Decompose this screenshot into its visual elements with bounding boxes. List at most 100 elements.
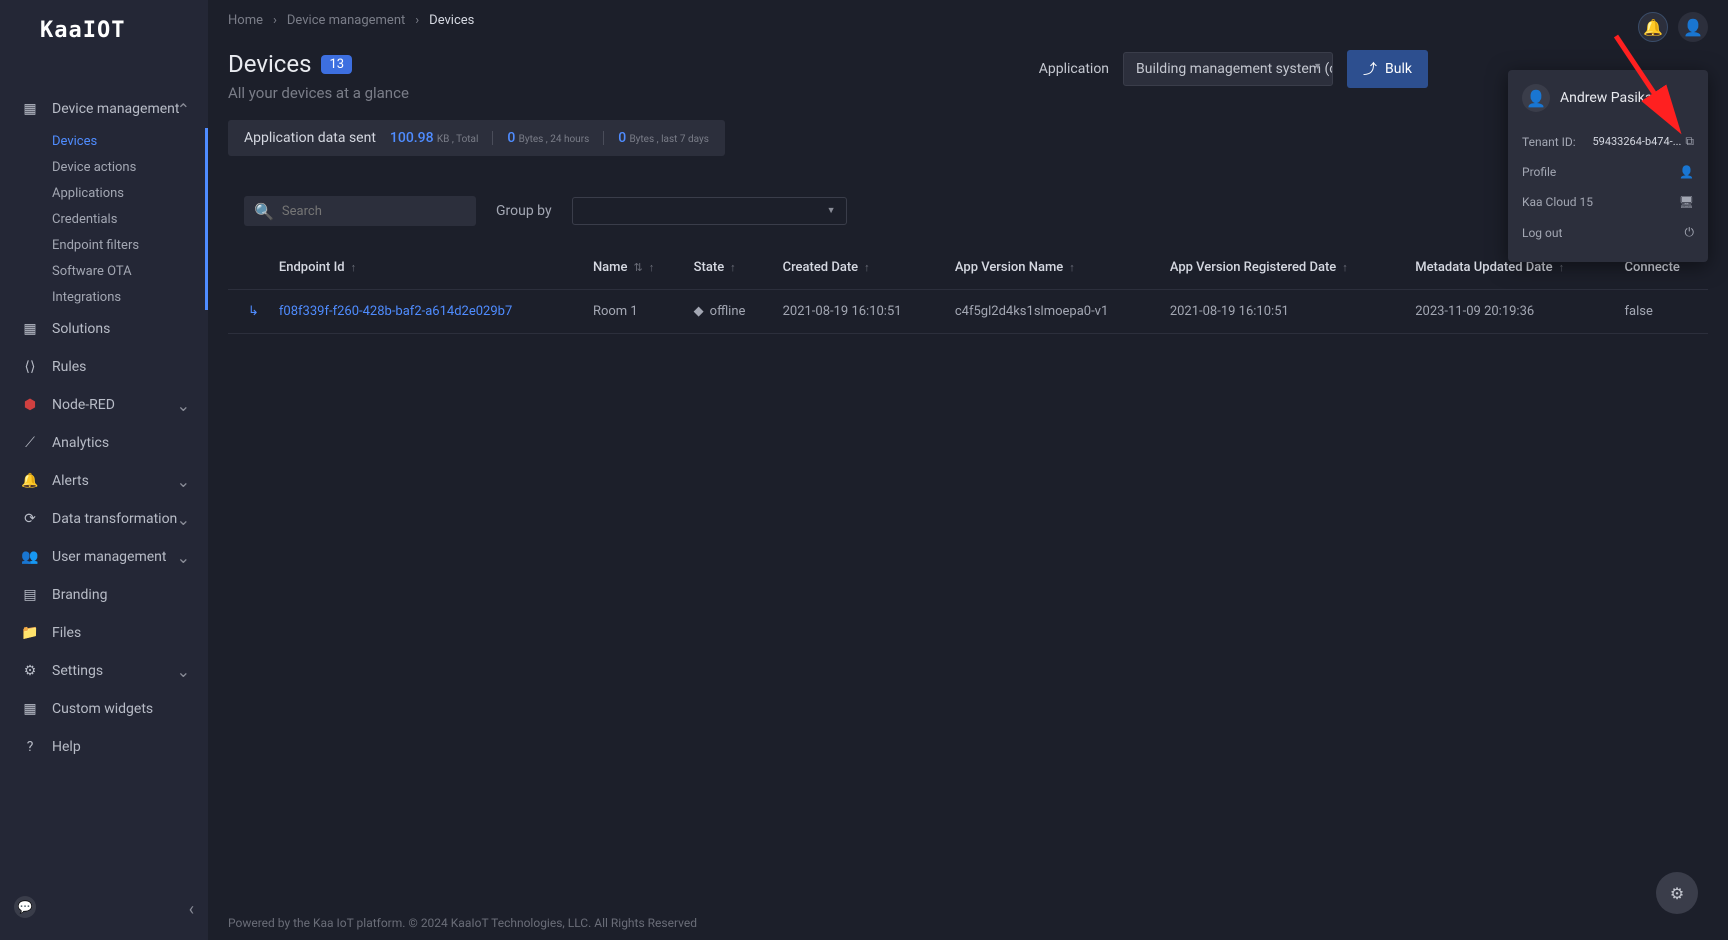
dd-user: 👤 Andrew Pasika xyxy=(1522,84,1694,112)
stats-bar: Application data sent 100.98 KB , Total … xyxy=(228,120,725,156)
chevron-right-icon: › xyxy=(273,13,277,28)
chevron-down-icon: ⌄ xyxy=(177,662,190,681)
application-select[interactable]: Building management system (c4 xyxy=(1123,52,1333,86)
notifications-button[interactable]: 🔔 xyxy=(1638,12,1668,42)
device-icon: ▦ xyxy=(20,101,40,117)
groupby-label: Group by xyxy=(496,203,552,219)
nav-analytics[interactable]: ⟋Analytics xyxy=(0,424,208,462)
filter-icon: ⇅ xyxy=(633,261,642,274)
search-box[interactable]: 🔍 xyxy=(244,196,476,226)
upload-icon: ⤴ xyxy=(1363,59,1377,79)
filter-row: 🔍 Group by xyxy=(228,196,1708,246)
chevron-down-icon: ⌄ xyxy=(177,548,190,567)
nav-data-transformation[interactable]: ⟳Data transformation⌄ xyxy=(0,500,208,538)
nav-custom-widgets[interactable]: ▦Custom widgets xyxy=(0,690,208,728)
col-created[interactable]: Created Date↑ xyxy=(773,246,945,290)
search-icon: 🔍 xyxy=(254,202,274,221)
table-header-row: Endpoint Id↑ Name⇅↑ State↑ Created Date↑… xyxy=(228,246,1708,290)
sidebar: KaaIOT ▦ Device management ⌃ Devices Dev… xyxy=(0,0,208,940)
analytics-icon: ⟋ xyxy=(20,435,40,451)
nav-solutions[interactable]: ▦Solutions xyxy=(0,310,208,348)
cell-connected: false xyxy=(1615,290,1709,334)
devices-table: Endpoint Id↑ Name⇅↑ State↑ Created Date↑… xyxy=(228,246,1708,334)
cell-name: Room 1 xyxy=(583,290,684,334)
col-appver[interactable]: App Version Name↑ xyxy=(945,246,1160,290)
person-icon: 👤 xyxy=(1679,165,1694,179)
nav-files[interactable]: 📁Files xyxy=(0,614,208,652)
nav: ▦ Device management ⌃ Devices Device act… xyxy=(0,60,208,766)
monitor-icon: 🖥 xyxy=(1679,195,1694,209)
nav-sub-endpoint-filters[interactable]: Endpoint filters xyxy=(0,232,208,258)
nav-alerts[interactable]: 🔔Alerts⌄ xyxy=(0,462,208,500)
gear-icon: ⚙ xyxy=(1670,884,1684,903)
footer: Powered by the Kaa IoT platform. © 2024 … xyxy=(228,916,697,930)
nodered-icon: ⬢ xyxy=(20,397,40,413)
bulk-button[interactable]: ⤴ Bulk xyxy=(1347,50,1428,88)
table-row[interactable]: ↳ f08f339f-f260-428b-baf2-a614d2e029b7 R… xyxy=(228,290,1708,334)
stat-24h: 0 xyxy=(507,130,515,146)
person-icon: 👤 xyxy=(1683,18,1703,37)
bell-icon: 🔔 xyxy=(20,473,40,489)
nav-node-red[interactable]: ⬢Node-RED⌄ xyxy=(0,386,208,424)
logo-text: KaaIOT xyxy=(40,18,125,43)
branding-icon: ▤ xyxy=(20,587,40,603)
chevron-down-icon: ⌄ xyxy=(177,472,190,491)
tenant-id: 59433264-b474-... xyxy=(1592,135,1681,148)
sort-icon: ↑ xyxy=(1559,261,1565,274)
row-expand[interactable]: ↳ xyxy=(228,290,269,334)
sort-icon: ↑ xyxy=(1342,261,1348,274)
cell-created: 2021-08-19 16:10:51 xyxy=(773,290,945,334)
nav-sub-device-actions[interactable]: Device actions xyxy=(0,154,208,180)
settings-fab[interactable]: ⚙ xyxy=(1656,872,1698,914)
collapse-sidebar[interactable]: ‹ xyxy=(189,899,194,920)
cell-registered: 2021-08-19 16:10:51 xyxy=(1160,290,1405,334)
nav-label: Device management xyxy=(52,101,179,117)
nav-sub-applications[interactable]: Applications xyxy=(0,180,208,206)
dd-cloud[interactable]: Kaa Cloud 15🖥 xyxy=(1522,187,1694,217)
search-input[interactable] xyxy=(282,204,466,219)
page-title: Devices 13 xyxy=(228,50,1039,78)
nav-device-management[interactable]: ▦ Device management ⌃ xyxy=(0,90,208,128)
main: Home › Device management › Devices 🔔 👤 D… xyxy=(208,0,1728,940)
sort-icon: ↑ xyxy=(864,261,870,274)
crumb-device-management[interactable]: Device management xyxy=(287,13,405,28)
nav-sub-software-ota[interactable]: Software OTA xyxy=(0,258,208,284)
nav-branding[interactable]: ▤Branding xyxy=(0,576,208,614)
cell-endpoint[interactable]: f08f339f-f260-428b-baf2-a614d2e029b7 xyxy=(269,290,583,334)
nav-settings[interactable]: ⚙Settings⌄ xyxy=(0,652,208,690)
nav-user-management[interactable]: 👥User management⌄ xyxy=(0,538,208,576)
breadcrumb: Home › Device management › Devices xyxy=(208,0,1728,40)
sort-icon: ↑ xyxy=(1069,261,1075,274)
col-state[interactable]: State↑ xyxy=(684,246,773,290)
chevron-up-icon: ⌃ xyxy=(177,100,190,119)
chevron-down-icon: ⌄ xyxy=(177,510,190,529)
copy-icon[interactable]: ⧉ xyxy=(1685,134,1694,149)
sort-icon: ↑ xyxy=(730,261,736,274)
dd-logout[interactable]: Log out⏻ xyxy=(1522,217,1694,248)
dd-tenant[interactable]: Tenant ID: 59433264-b474-... ⧉ xyxy=(1522,126,1694,157)
help-icon: ? xyxy=(20,739,40,755)
groupby-select[interactable] xyxy=(572,197,847,225)
person-icon: 👤 xyxy=(1526,89,1546,108)
chat-bubble[interactable]: 💬 xyxy=(14,896,36,918)
col-endpoint[interactable]: Endpoint Id↑ xyxy=(269,246,583,290)
stat-7d: 0 xyxy=(618,130,626,146)
bell-icon: 🔔 xyxy=(1643,18,1663,37)
cell-metadata: 2023-11-09 20:19:36 xyxy=(1405,290,1614,334)
user-name: Andrew Pasika xyxy=(1560,90,1653,106)
header-actions: Application Building management system (… xyxy=(1039,50,1428,88)
gear-icon: ⚙ xyxy=(20,663,40,679)
dd-profile[interactable]: Profile👤 xyxy=(1522,157,1694,187)
nav-rules[interactable]: ⟨⟩Rules xyxy=(0,348,208,386)
nav-sub-devices[interactable]: Devices xyxy=(0,128,208,154)
title-block: Devices 13 All your devices at a glance xyxy=(228,50,1039,102)
nav-help[interactable]: ?Help xyxy=(0,728,208,766)
nav-sub-integrations[interactable]: Integrations xyxy=(0,284,208,310)
folder-icon: 📁 xyxy=(20,625,40,641)
nav-sub-credentials[interactable]: Credentials xyxy=(0,206,208,232)
col-registered[interactable]: App Version Registered Date↑ xyxy=(1160,246,1405,290)
grid-icon: ▦ xyxy=(20,321,40,337)
crumb-home[interactable]: Home xyxy=(228,13,263,28)
col-name[interactable]: Name⇅↑ xyxy=(583,246,684,290)
account-button[interactable]: 👤 xyxy=(1678,12,1708,42)
